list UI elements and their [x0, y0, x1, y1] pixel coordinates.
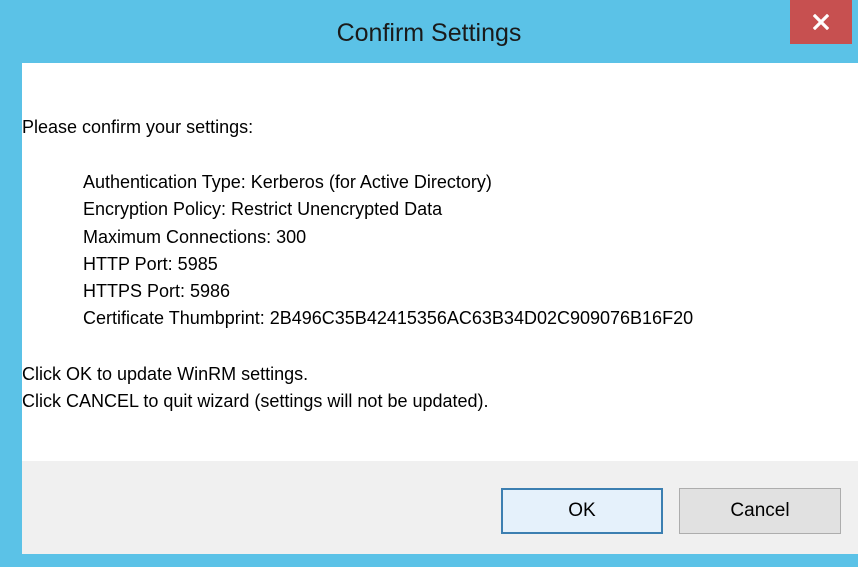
setting-authentication-type: Authentication Type: Kerberos (for Activ…	[83, 172, 492, 192]
setting-maximum-connections: Maximum Connections: 300	[83, 227, 307, 247]
cancel-button[interactable]: Cancel	[679, 488, 841, 534]
setting-https-port: HTTPS Port: 5986	[83, 281, 231, 301]
window-bottom-border	[0, 554, 858, 567]
setting-certificate-thumbprint: Certificate Thumbprint: 2B496C35B4241535…	[83, 308, 694, 328]
close-button[interactable]	[790, 0, 852, 44]
setting-http-port: HTTP Port: 5985	[83, 254, 218, 274]
ok-hint-text: Click OK to update WinRM settings.	[22, 364, 309, 384]
ok-button[interactable]: OK	[501, 488, 663, 534]
intro-text: Please confirm your settings:	[22, 117, 254, 137]
title-bar[interactable]: Confirm Settings	[0, 0, 858, 63]
close-icon	[813, 14, 829, 30]
setting-encryption-policy: Encryption Policy: Restrict Unencrypted …	[83, 199, 443, 219]
confirm-settings-dialog: Confirm Settings Please confirm your set…	[0, 0, 858, 567]
window-title: Confirm Settings	[336, 19, 522, 47]
cancel-hint-text: Click CANCEL to quit wizard (settings wi…	[22, 391, 489, 411]
